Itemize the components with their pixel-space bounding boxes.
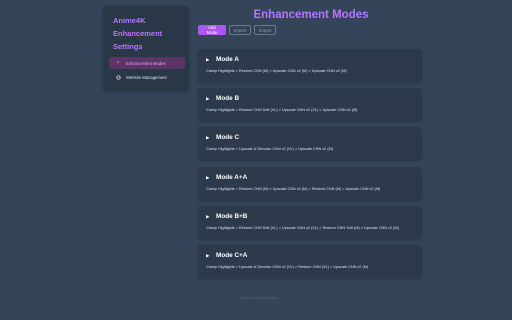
mode-name: Mode C+A xyxy=(216,252,248,259)
mode-shader-chain: Clamp Highlights > Upscale & Denoise CNN… xyxy=(206,147,334,151)
add-mode-button[interactable]: Add Mode xyxy=(198,25,226,35)
sidebar-item-label: Enhancement Modes xyxy=(126,60,166,66)
expand-caret-icon[interactable]: ▶ xyxy=(206,57,216,63)
page-title: Enhancement Modes xyxy=(253,9,369,21)
mode-shader-chain: Clamp Highlights > Restore CNN (M) > Ups… xyxy=(206,187,381,191)
mode-header[interactable]: ▶ Mode A xyxy=(206,56,239,63)
import-button[interactable]: Import xyxy=(229,25,251,35)
mode-card[interactable]: ▶ Mode B+B Clamp Highlights > Restore CN… xyxy=(198,206,422,239)
mode-name: Mode B+B xyxy=(216,213,248,220)
mode-card[interactable]: ▶ Mode A+A Clamp Highlights > Restore CN… xyxy=(198,167,422,200)
mode-header[interactable]: ▶ Mode B+B xyxy=(206,213,247,220)
mode-card[interactable]: ▶ Mode C+A Clamp Highlights > Upscale & … xyxy=(198,245,422,278)
sidebar: Anime4K Enhancement Settings ✧ Enhanceme… xyxy=(103,6,189,91)
mode-header[interactable]: ▶ Mode C xyxy=(206,134,239,141)
sparkle-icon: ✧ xyxy=(115,59,121,66)
mode-shader-chain: Clamp Highlights > Restore CNN (M) > Ups… xyxy=(206,69,347,73)
sidebar-item-label: Website Management xyxy=(126,74,167,80)
footer-text: Anime4K WebExtension xyxy=(239,296,279,300)
action-bar: Add Mode Import Export xyxy=(198,25,276,35)
mode-name: Mode B xyxy=(216,95,240,102)
expand-caret-icon[interactable]: ▶ xyxy=(206,214,216,220)
export-button[interactable]: Export xyxy=(254,25,276,35)
mode-header[interactable]: ▶ Mode A+A xyxy=(206,174,247,181)
mode-name: Mode C xyxy=(216,134,240,141)
globe-icon xyxy=(114,74,122,80)
expand-caret-icon[interactable]: ▶ xyxy=(206,175,216,181)
mode-name: Mode A xyxy=(216,56,239,63)
mode-card[interactable]: ▶ Mode A Clamp Highlights > Restore CNN … xyxy=(198,49,422,82)
sidebar-title: Anime4K Enhancement Settings xyxy=(113,16,163,51)
mode-card[interactable]: ▶ Mode C Clamp Highlights > Upscale & De… xyxy=(198,127,422,160)
expand-caret-icon[interactable]: ▶ xyxy=(206,96,216,102)
mode-header[interactable]: ▶ Mode B xyxy=(206,95,239,102)
sidebar-item-website-management[interactable]: Website Management xyxy=(109,71,185,83)
mode-shader-chain: Clamp Highlights > Upscale & Denoise CNN… xyxy=(206,265,369,269)
expand-caret-icon[interactable]: ▶ xyxy=(206,135,216,141)
mode-name: Mode A+A xyxy=(216,174,248,181)
mode-card[interactable]: ▶ Mode B Clamp Highlights > Restore CNN … xyxy=(198,88,422,121)
mode-shader-chain: Clamp Highlights > Restore CNN Soft (VL)… xyxy=(206,108,358,112)
expand-caret-icon[interactable]: ▶ xyxy=(206,253,216,259)
sidebar-item-enhancement-modes[interactable]: ✧ Enhancement Modes xyxy=(109,57,185,69)
mode-header[interactable]: ▶ Mode C+A xyxy=(206,252,247,259)
mode-shader-chain: Clamp Highlights > Restore CNN Soft (VL)… xyxy=(206,226,399,230)
